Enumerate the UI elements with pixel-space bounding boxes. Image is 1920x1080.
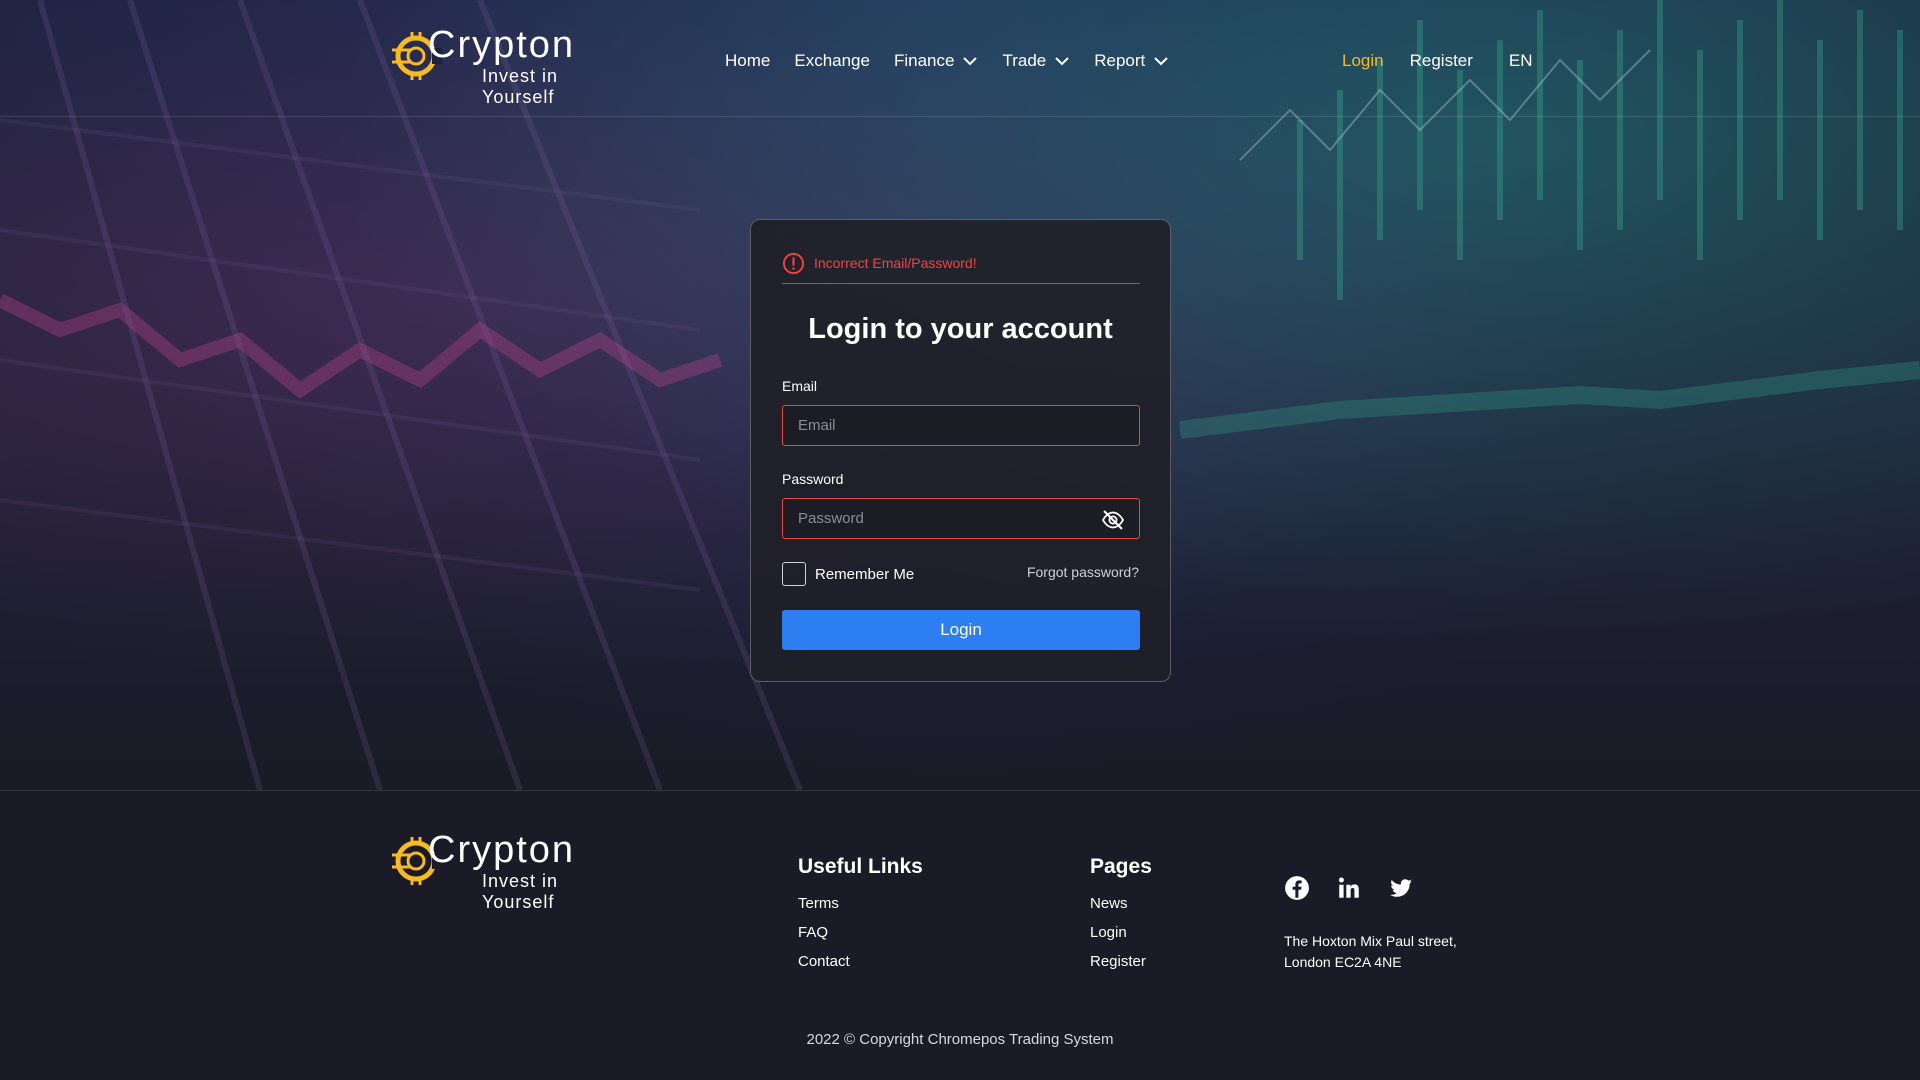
nav-label: Home bbox=[725, 51, 771, 70]
footer: Crypton Invest in Yourself Useful Links … bbox=[0, 790, 1920, 1080]
footer-link-terms[interactable]: Terms bbox=[798, 895, 839, 912]
pages-title: Pages bbox=[1090, 855, 1152, 878]
company-address: The Hoxton Mix Paul street, London EC2A … bbox=[1284, 931, 1457, 973]
login-title: Login to your account bbox=[808, 313, 1113, 345]
main-nav: Home Exchange Finance Trade Report bbox=[725, 49, 1193, 73]
email-input[interactable] bbox=[783, 406, 1139, 445]
auth-links: Login Register EN bbox=[1342, 49, 1533, 73]
logo-tagline: Invest in Yourself bbox=[482, 871, 559, 912]
nav-item-trade[interactable]: Trade bbox=[1002, 51, 1070, 71]
forgot-password-link[interactable]: Forgot password? bbox=[1027, 564, 1139, 580]
top-header: Crypton Invest in Yourself Home Exchange… bbox=[0, 0, 1920, 117]
address-line-2: London EC2A 4NE bbox=[1284, 954, 1402, 970]
chevron-down-icon bbox=[963, 57, 978, 66]
header-register-link[interactable]: Register bbox=[1410, 51, 1473, 71]
nav-item-report[interactable]: Report bbox=[1094, 51, 1169, 71]
nav-item-finance[interactable]: Finance bbox=[894, 51, 978, 71]
logo-wordmark: Crypton bbox=[428, 24, 576, 66]
footer-link-contact[interactable]: Contact bbox=[798, 953, 850, 970]
footer-logo[interactable]: Crypton Invest in Yourself bbox=[390, 829, 635, 912]
useful-links-title: Useful Links bbox=[798, 855, 923, 878]
alert-circle-icon bbox=[782, 252, 805, 275]
header-login-link[interactable]: Login bbox=[1342, 51, 1384, 71]
error-alert: Incorrect Email/Password! bbox=[782, 251, 1140, 284]
chevron-down-icon bbox=[1154, 57, 1168, 66]
nav-item-exchange[interactable]: Exchange bbox=[794, 51, 870, 71]
twitter-icon[interactable] bbox=[1388, 875, 1414, 901]
facebook-icon[interactable] bbox=[1284, 875, 1310, 901]
logo-tagline: Invest in Yourself bbox=[482, 66, 559, 107]
header-logo[interactable]: Crypton Invest in Yourself bbox=[390, 24, 635, 107]
address-line-1: The Hoxton Mix Paul street, bbox=[1284, 933, 1457, 949]
error-message: Incorrect Email/Password! bbox=[814, 255, 977, 271]
login-button[interactable]: Login bbox=[782, 610, 1140, 650]
password-field-wrapper bbox=[782, 498, 1140, 539]
language-selector[interactable]: EN bbox=[1509, 51, 1533, 71]
footer-link-faq[interactable]: FAQ bbox=[798, 924, 828, 941]
nav-label: Finance bbox=[893, 51, 955, 70]
remember-me-label: Remember Me bbox=[815, 565, 915, 583]
social-links bbox=[1284, 875, 1440, 901]
email-field-wrapper bbox=[782, 405, 1140, 446]
nav-label: Trade bbox=[1002, 51, 1047, 70]
remember-me[interactable]: Remember Me bbox=[782, 562, 914, 586]
linkedin-icon[interactable] bbox=[1336, 875, 1362, 901]
password-input[interactable] bbox=[783, 499, 1139, 538]
nav-label: Report bbox=[1094, 51, 1146, 70]
footer-link-news[interactable]: News bbox=[1090, 895, 1128, 912]
footer-link-register[interactable]: Register bbox=[1090, 953, 1146, 970]
nav-label: Exchange bbox=[794, 51, 870, 70]
footer-link-login[interactable]: Login bbox=[1090, 924, 1127, 941]
copyright-text: 2022 © Copyright Chromepos Trading Syste… bbox=[806, 1031, 1114, 1048]
nav-item-home[interactable]: Home bbox=[725, 51, 770, 71]
logo-wordmark: Crypton bbox=[428, 829, 576, 871]
remember-me-checkbox[interactable] bbox=[782, 562, 806, 586]
eye-off-icon[interactable] bbox=[1101, 508, 1125, 532]
password-label: Password bbox=[782, 471, 844, 487]
chevron-down-icon bbox=[1055, 57, 1069, 66]
email-label: Email bbox=[782, 378, 818, 394]
login-card: Incorrect Email/Password! Login to your … bbox=[750, 219, 1171, 682]
